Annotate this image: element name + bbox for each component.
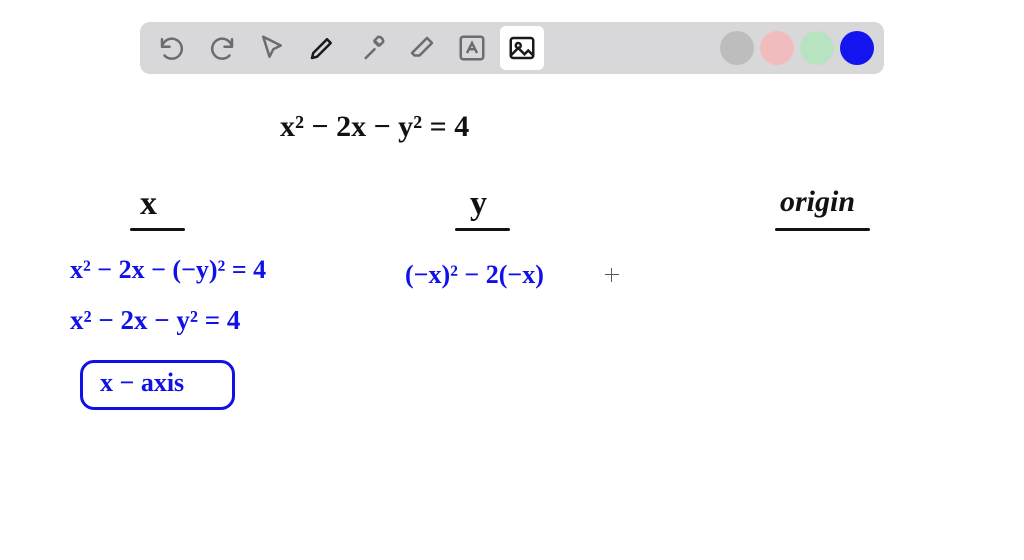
x-work-line1: x² − 2x − (−y)² = 4 (70, 255, 266, 285)
cursor-crosshair (605, 268, 619, 282)
tools-button[interactable] (350, 26, 394, 70)
underline-y (455, 228, 510, 231)
pointer-button[interactable] (250, 26, 294, 70)
undo-button[interactable] (150, 26, 194, 70)
redo-icon (207, 33, 237, 63)
eraser-icon (407, 33, 437, 63)
header-y: y (470, 185, 487, 223)
toolbar (140, 22, 884, 74)
pen-button[interactable] (300, 26, 344, 70)
y-work-line1: (−x)² − 2(−x) (405, 260, 544, 290)
color-swatch-gray[interactable] (720, 31, 754, 65)
header-x: x (140, 185, 157, 223)
image-icon (507, 33, 537, 63)
header-origin: origin (780, 185, 855, 219)
color-swatch-green[interactable] (800, 31, 834, 65)
text-button[interactable] (450, 26, 494, 70)
x-work-line2: x² − 2x − y² = 4 (70, 305, 240, 336)
wrench-icon (357, 33, 387, 63)
redo-button[interactable] (200, 26, 244, 70)
image-button[interactable] (500, 26, 544, 70)
color-swatch-blue[interactable] (840, 31, 874, 65)
pen-icon (307, 33, 337, 63)
text-icon (457, 33, 487, 63)
equation-main: x² − 2x − y² = 4 (280, 110, 469, 144)
whiteboard-canvas[interactable]: x² − 2x − y² = 4 x y origin x² − 2x − (−… (0, 0, 1024, 560)
eraser-button[interactable] (400, 26, 444, 70)
color-swatch-pink[interactable] (760, 31, 794, 65)
x-axis-label: x − axis (100, 368, 184, 398)
underline-x (130, 228, 185, 231)
pointer-icon (257, 33, 287, 63)
underline-origin (775, 228, 870, 231)
undo-icon (157, 33, 187, 63)
